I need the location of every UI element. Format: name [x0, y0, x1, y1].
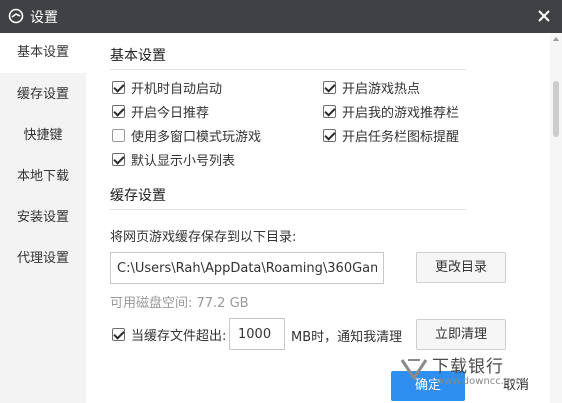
- checkbox-label: 当缓存文件超出:: [131, 328, 227, 344]
- checkbox-label: 开机时自动启动: [131, 81, 223, 97]
- checkbox-box[interactable]: [323, 128, 336, 142]
- checkbox-game-hotspot[interactable]: 开启游戏热点: [323, 78, 421, 97]
- settings-content: 基本设置 开机时自动启动 开启游戏热点 开启今日推荐 开启我的游戏推荐栏 使用多…: [86, 33, 562, 403]
- sidebar-item-cache-settings[interactable]: 缓存设置: [0, 75, 86, 115]
- checkbox-box[interactable]: [112, 128, 125, 142]
- checkbox-cache-limit[interactable]: 当缓存文件超出:: [112, 325, 227, 344]
- checkbox-label: 开启任务栏图标提醒: [342, 129, 460, 145]
- watermark: 下载银行 www.downcc.com: [400, 352, 550, 398]
- scroll-up-arrow-icon[interactable]: [552, 35, 560, 43]
- section-divider: [110, 209, 466, 210]
- checkbox-box[interactable]: [112, 80, 125, 94]
- watermark-url: www.downcc.com: [436, 376, 526, 387]
- checkbox-game-recommend-bar[interactable]: 开启我的游戏推荐栏: [323, 102, 460, 121]
- 360-logo-icon: [8, 8, 24, 24]
- checkbox-auto-start[interactable]: 开机时自动启动: [112, 78, 223, 97]
- checkbox-label: 开启我的游戏推荐栏: [342, 105, 460, 121]
- free-space-label: 可用磁盘空间: 77.2 GB: [110, 296, 249, 311]
- section-divider: [110, 69, 466, 70]
- sidebar-item-install-settings[interactable]: 安装设置: [0, 198, 86, 238]
- cache-dir-input[interactable]: [110, 252, 384, 284]
- cache-limit-input[interactable]: [229, 318, 285, 350]
- sidebar-item-shortcuts[interactable]: 快捷键: [0, 116, 86, 156]
- checkbox-box[interactable]: [112, 152, 125, 166]
- vertical-scrollbar[interactable]: [550, 33, 562, 403]
- section-title-basic: 基本设置: [110, 48, 166, 64]
- watermark-logo-icon: [400, 359, 428, 381]
- checkbox-show-alt-accounts[interactable]: 默认显示小号列表: [112, 150, 236, 169]
- checkbox-label: 开启今日推荐: [131, 105, 210, 121]
- checkbox-multi-window[interactable]: 使用多窗口模式玩游戏: [112, 126, 262, 145]
- sidebar: 基本设置 缓存设置 快捷键 本地下载 安装设置 代理设置: [0, 33, 86, 403]
- sidebar-item-basic-settings[interactable]: 基本设置: [0, 33, 86, 73]
- close-icon[interactable]: [536, 8, 552, 24]
- checkbox-label: 使用多窗口模式玩游戏: [131, 129, 262, 145]
- checkbox-label: 开启游戏热点: [342, 81, 421, 97]
- sidebar-item-proxy-settings[interactable]: 代理设置: [0, 239, 86, 279]
- checkbox-box[interactable]: [323, 104, 336, 118]
- checkbox-label: 默认显示小号列表: [131, 153, 236, 169]
- cache-dir-label: 将网页游戏缓存保存到以下目录:: [110, 230, 297, 245]
- cache-limit-suffix: MB时，通知我清理: [291, 330, 403, 345]
- section-title-cache: 缓存设置: [110, 188, 166, 204]
- sidebar-item-local-download[interactable]: 本地下载: [0, 157, 86, 197]
- checkbox-box[interactable]: [112, 327, 125, 341]
- clean-now-button[interactable]: 立即清理: [416, 319, 506, 350]
- scrollbar-thumb[interactable]: [553, 81, 559, 137]
- checkbox-daily-recommend[interactable]: 开启今日推荐: [112, 102, 210, 121]
- title-bar: 设置: [0, 0, 562, 33]
- change-dir-button[interactable]: 更改目录: [416, 252, 506, 283]
- window-title: 设置: [30, 10, 58, 26]
- watermark-text: 下载银行: [432, 357, 504, 377]
- checkbox-box[interactable]: [112, 104, 125, 118]
- checkbox-box[interactable]: [323, 80, 336, 94]
- checkbox-taskbar-alert[interactable]: 开启任务栏图标提醒: [323, 126, 460, 145]
